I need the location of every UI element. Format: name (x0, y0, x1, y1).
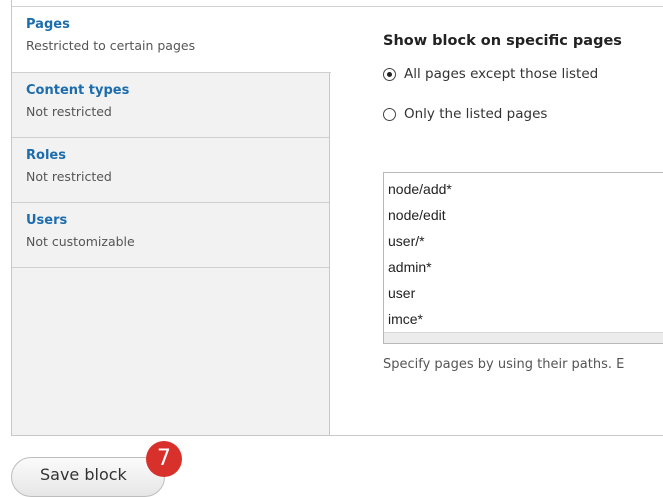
tab-users-summary: Not customizable (26, 234, 135, 249)
tab-pages[interactable]: Pages Restricted to certain pages (12, 7, 331, 73)
tab-pages-title: Pages (26, 17, 70, 32)
help-text: Specify pages by using their paths. E (383, 357, 625, 372)
textarea-line: node/add* (388, 181, 452, 197)
tab-users[interactable]: Users Not customizable (12, 203, 329, 268)
textarea-line: admin* (388, 259, 432, 275)
textarea-line: imce* (388, 311, 424, 327)
tab-content-types[interactable]: Content types Not restricted (12, 73, 329, 138)
vertical-tabs: Pages Restricted to certain pages Conten… (12, 7, 331, 435)
save-block-label: Save block (40, 465, 127, 484)
tab-roles-summary: Not restricted (26, 169, 112, 184)
step-number-badge: 7 (146, 441, 182, 477)
pane-title: Show block on specific pages (383, 33, 622, 49)
radio-button[interactable] (383, 68, 396, 81)
textarea-line: user/* (388, 233, 425, 249)
tab-content-types-title: Content types (26, 83, 130, 98)
radio-selected-dot (387, 72, 392, 77)
save-block-button[interactable]: Save block (11, 457, 165, 497)
tab-users-title: Users (26, 213, 68, 228)
textarea-line: node/edit (388, 207, 446, 223)
tab-roles[interactable]: Roles Not restricted (12, 138, 329, 203)
textarea-line: user (388, 285, 416, 301)
radio-button[interactable] (383, 108, 396, 121)
radio-only-listed-pages-label: Only the listed pages (404, 106, 548, 122)
tab-content-types-summary: Not restricted (26, 104, 112, 119)
pages-textarea[interactable]: node/add* node/edit user/* admin* user i… (383, 172, 663, 344)
radio-all-pages-except-label: All pages except those listed (404, 66, 599, 82)
tab-pages-summary: Restricted to certain pages (26, 38, 196, 53)
tab-roles-title: Roles (26, 148, 66, 163)
textarea-horizontal-scrollbar[interactable] (384, 332, 663, 343)
